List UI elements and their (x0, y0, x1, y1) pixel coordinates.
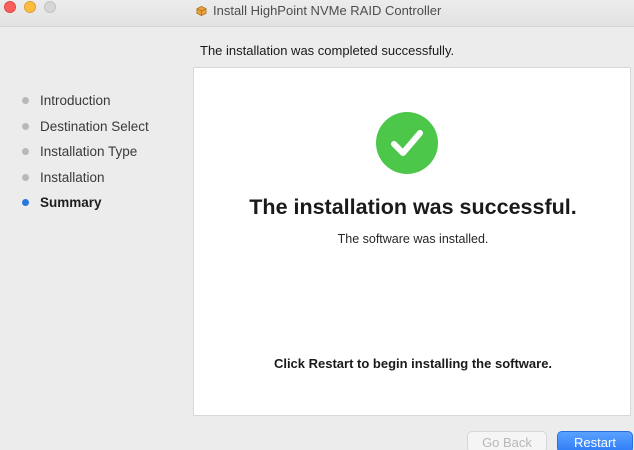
step-bullet-icon (22, 97, 29, 105)
sidebar-item-installation-type: Installation Type (20, 139, 190, 165)
step-bullet-icon (22, 122, 29, 130)
minimize-window-button[interactable] (24, 1, 36, 13)
window-title-group: Install HighPoint NVMe RAID Controller (196, 2, 441, 18)
sidebar-item-label: Installation (40, 169, 105, 185)
close-window-button[interactable] (4, 1, 16, 13)
step-bullet-icon (22, 173, 29, 181)
success-check-icon (376, 112, 438, 174)
restart-button[interactable]: Restart (557, 431, 633, 450)
installer-steps-sidebar: Introduction Destination Select Installa… (20, 88, 190, 216)
sidebar-item-label: Introduction (40, 93, 111, 109)
sidebar-item-label: Destination Select (40, 118, 149, 134)
installer-header-text: The installation was completed successfu… (200, 43, 455, 58)
step-bullet-icon (22, 148, 29, 156)
sidebar-item-introduction: Introduction (20, 88, 190, 114)
active-step-bullet-icon (22, 199, 29, 207)
sidebar-item-summary: Summary (20, 190, 190, 216)
title-bar: Install HighPoint NVMe RAID Controller (0, 0, 634, 27)
sidebar-item-installation: Installation (20, 165, 190, 191)
sidebar-item-label: Summary (40, 195, 102, 211)
summary-panel: The installation was successful. The sof… (193, 67, 631, 416)
sidebar-item-label: Installation Type (40, 144, 138, 160)
go-back-button[interactable]: Go Back (467, 431, 547, 450)
window-title: Install HighPoint NVMe RAID Controller (213, 2, 442, 18)
success-subtitle: The software was installed. (337, 232, 489, 246)
success-heading: The installation was successful. (249, 195, 577, 219)
zoom-window-button[interactable] (44, 1, 56, 13)
package-icon (196, 5, 207, 16)
sidebar-item-destination-select: Destination Select (20, 114, 190, 140)
restart-instruction: Click Restart to begin installing the so… (273, 356, 553, 371)
